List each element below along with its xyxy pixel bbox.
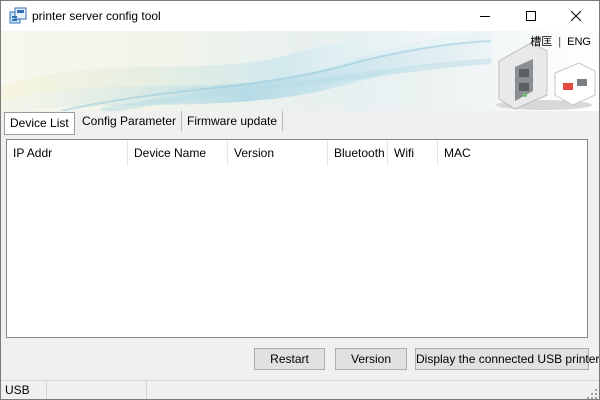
display-usb-printer-button[interactable]: Display the connected USB printer bbox=[415, 348, 599, 370]
maximize-icon bbox=[525, 10, 537, 22]
column-ip-addr[interactable]: IP Addr bbox=[7, 140, 128, 166]
column-mac[interactable]: MAC bbox=[438, 140, 587, 166]
tab-device-list-label: Device List bbox=[10, 116, 69, 130]
close-button[interactable] bbox=[553, 1, 599, 31]
language-separator: | bbox=[558, 36, 562, 48]
resize-grip-icon[interactable] bbox=[587, 388, 597, 399]
column-version-label: Version bbox=[234, 146, 275, 160]
device-list-table[interactable]: IP Addr Device Name Version Bluetooth Wi… bbox=[6, 139, 588, 338]
column-bluetooth-label: Bluetooth bbox=[334, 146, 385, 160]
column-device-name-label: Device Name bbox=[134, 146, 207, 160]
printer-server-icon bbox=[9, 7, 27, 25]
header-banner: 槽匡 | ENG bbox=[1, 31, 599, 111]
version-button[interactable]: Version bbox=[335, 348, 407, 370]
language-switch: 槽匡 | ENG bbox=[530, 33, 591, 49]
app-window: printer server config tool 槽匡 | ENG Devi… bbox=[0, 0, 600, 400]
restart-button-label: Restart bbox=[270, 352, 309, 366]
window-title: printer server config tool bbox=[32, 9, 161, 23]
status-connection-text: USB bbox=[5, 383, 30, 397]
tab-device-list[interactable]: Device List bbox=[4, 112, 75, 135]
tab-firmware-update-label: Firmware update bbox=[187, 114, 278, 128]
column-bluetooth[interactable]: Bluetooth bbox=[328, 140, 388, 166]
column-version[interactable]: Version bbox=[228, 140, 328, 166]
minimize-button[interactable] bbox=[462, 1, 508, 31]
title-bar[interactable]: printer server config tool bbox=[1, 1, 599, 31]
status-bar: USB bbox=[1, 380, 599, 399]
tab-config-parameter-label: Config Parameter bbox=[82, 114, 177, 128]
column-mac-label: MAC bbox=[444, 146, 471, 160]
column-ip-addr-label: IP Addr bbox=[13, 146, 53, 160]
restart-button[interactable]: Restart bbox=[254, 348, 325, 370]
column-device-name[interactable]: Device Name bbox=[128, 140, 228, 166]
status-connection: USB bbox=[1, 381, 47, 399]
minimize-icon bbox=[479, 10, 491, 22]
close-icon bbox=[570, 10, 582, 22]
version-button-label: Version bbox=[350, 352, 392, 366]
column-wifi[interactable]: Wifi bbox=[388, 140, 438, 166]
column-wifi-label: Wifi bbox=[394, 146, 414, 160]
tab-strip: Device List Config Parameter Firmware up… bbox=[1, 111, 599, 135]
language-chinese-link[interactable]: 槽匡 bbox=[530, 33, 552, 49]
tab-config-parameter[interactable]: Config Parameter bbox=[77, 111, 183, 131]
table-header-row: IP Addr Device Name Version Bluetooth Wi… bbox=[7, 140, 587, 166]
maximize-button[interactable] bbox=[508, 1, 554, 31]
display-usb-printer-button-label: Display the connected USB printer bbox=[416, 352, 600, 366]
status-panel-empty bbox=[47, 381, 147, 399]
tab-firmware-update[interactable]: Firmware update bbox=[182, 111, 284, 131]
language-english-link[interactable]: ENG bbox=[567, 36, 591, 48]
